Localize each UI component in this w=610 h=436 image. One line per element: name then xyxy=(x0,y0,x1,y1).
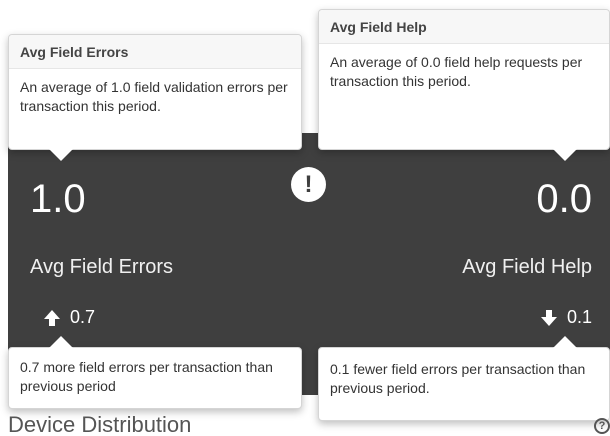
popover-arrow xyxy=(553,336,577,348)
popover-body: 0.7 more field errors per transaction th… xyxy=(20,359,273,394)
popover-body: An average of 1.0 field validation error… xyxy=(20,79,288,114)
popover-body: 0.1 fewer field errors per transaction t… xyxy=(330,361,586,396)
popover-body: An average of 0.0 field help requests pe… xyxy=(330,54,583,89)
popover-title: Avg Field Help xyxy=(319,10,609,44)
errors-delta[interactable]: 0.7 xyxy=(42,307,95,328)
popover-arrow xyxy=(49,149,73,161)
errors-delta-value: 0.7 xyxy=(70,307,96,327)
avg-field-help-value: 0.0 xyxy=(536,177,592,221)
avg-field-help-popover: Avg Field Help An average of 0.0 field h… xyxy=(318,9,610,161)
arrow-down-icon xyxy=(540,309,557,326)
help-delta[interactable]: 0.1 xyxy=(539,307,592,328)
avg-field-help-label: Avg Field Help xyxy=(462,256,592,278)
popover-title: Avg Field Errors xyxy=(9,35,301,69)
errors-delta-popover: 0.7 more field errors per transaction th… xyxy=(8,336,302,409)
arrow-up-icon xyxy=(44,309,60,326)
help-icon[interactable]: ? xyxy=(594,418,610,434)
popover-arrow xyxy=(49,336,73,348)
avg-field-errors-popover: Avg Field Errors An average of 1.0 field… xyxy=(8,34,302,161)
device-distribution-title: Device Distribution xyxy=(8,412,192,436)
avg-field-errors-label: Avg Field Errors xyxy=(30,256,174,278)
popover-arrow xyxy=(553,149,577,161)
help-delta-value: 0.1 xyxy=(566,307,592,327)
help-delta-popover: 0.1 fewer field errors per transaction t… xyxy=(318,336,610,421)
avg-field-errors-value: 1.0 xyxy=(30,177,86,221)
exclamation-icon[interactable]: ! xyxy=(291,167,326,202)
